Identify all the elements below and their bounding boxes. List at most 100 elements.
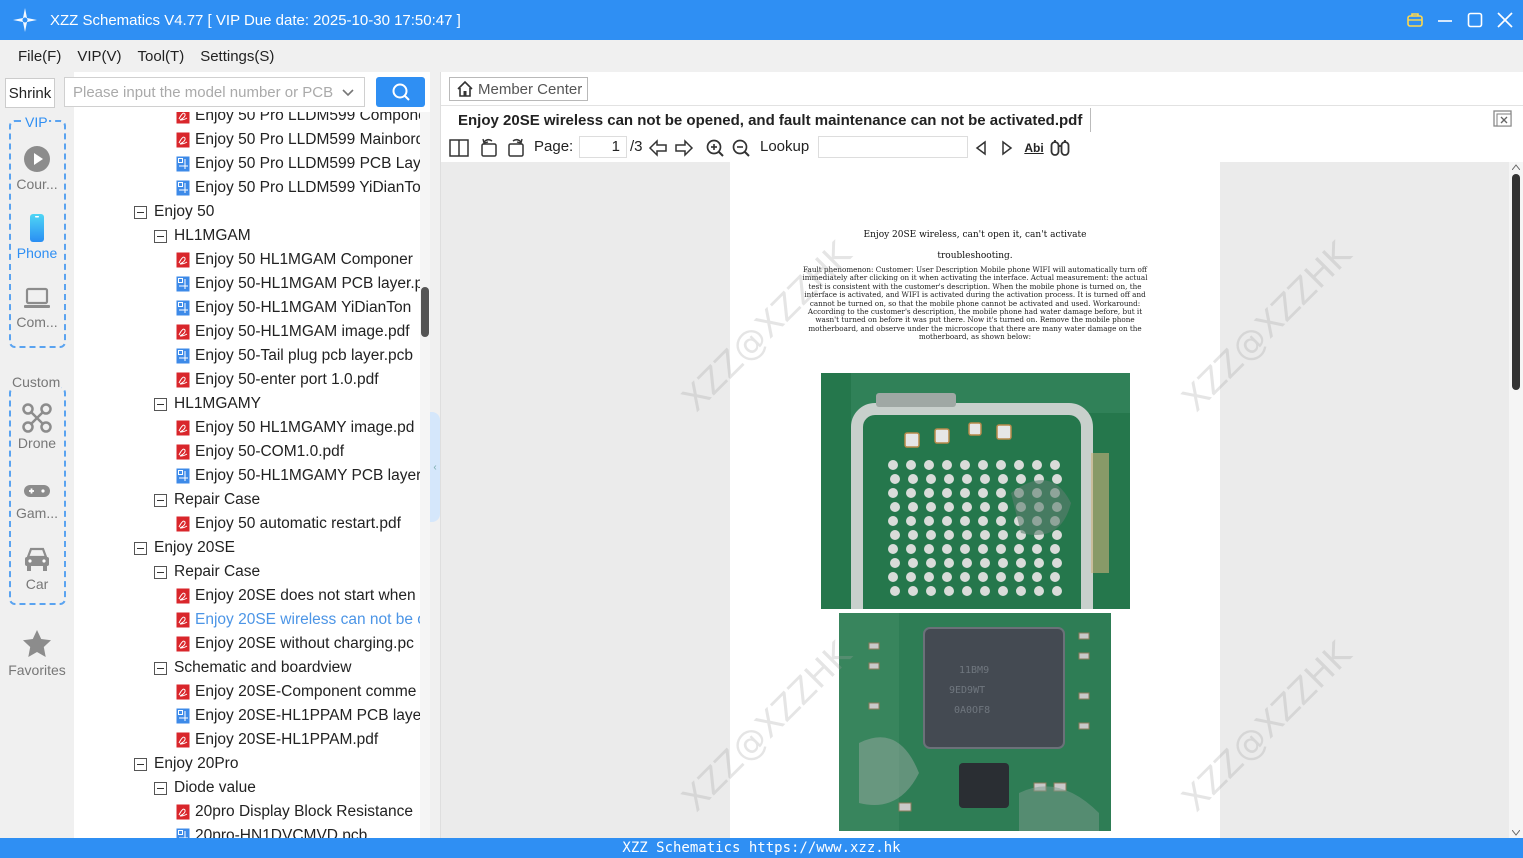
pdf-viewer[interactable]: Enjoy 20SE wireless, can't open it, can'…: [441, 162, 1509, 838]
search-button[interactable]: [376, 77, 425, 107]
viewer-scrollbar[interactable]: [1509, 162, 1523, 838]
match-case-toggle[interactable]: Abi: [1022, 137, 1046, 159]
tree-file[interactable]: Enjoy 20SE without charging.pc: [176, 632, 414, 656]
collapse-toggle-icon[interactable]: [154, 229, 167, 243]
solder-ball: [888, 544, 898, 554]
pane-splitter[interactable]: ‹: [430, 72, 441, 838]
close-button[interactable]: [1495, 10, 1515, 30]
tree-scrollbar-thumb[interactable]: [421, 287, 429, 337]
tree-file[interactable]: Enjoy 50 Pro LLDM599 PCB Layer.p: [176, 152, 420, 176]
tree-item-label: Enjoy 50 Pro LLDM599 Componen: [195, 112, 420, 124]
tree-scrollbar[interactable]: [420, 112, 430, 838]
lookup-label: Lookup: [760, 138, 810, 155]
tree-file[interactable]: Enjoy 50-HL1MGAM PCB layer.p: [176, 272, 420, 296]
pcb-file-icon: [176, 708, 190, 724]
menu-settings[interactable]: Settings(S): [192, 48, 282, 65]
tree-file[interactable]: Enjoy 50-HL1MGAMY PCB layer: [176, 464, 420, 488]
solder-ball: [1032, 572, 1042, 582]
tree-item-label: Enjoy 50 Pro LLDM599 YiDianTong: [195, 179, 420, 196]
tree-file[interactable]: Enjoy 20SE does not start when: [176, 584, 416, 608]
tree-folder[interactable]: HL1MGAM: [154, 224, 251, 248]
collapse-toggle-icon[interactable]: [154, 565, 167, 579]
tree-folder[interactable]: Enjoy 20SE: [134, 536, 235, 560]
rail-item-courses[interactable]: Cour...: [0, 144, 74, 192]
find-all-icon[interactable]: [1049, 137, 1071, 159]
previous-page-icon[interactable]: [647, 137, 669, 159]
tree-folder[interactable]: Repair Case: [154, 560, 260, 584]
solder-ball: [890, 474, 900, 484]
viewer-scrollbar-thumb[interactable]: [1512, 174, 1520, 390]
page-number-input[interactable]: 1: [579, 136, 627, 158]
solder-ball: [978, 488, 988, 498]
next-page-icon[interactable]: [673, 137, 695, 159]
tree-file[interactable]: Enjoy 50 Pro LLDM599 Mainbord i: [176, 128, 420, 152]
model-search-input[interactable]: Please input the model number or PCB: [64, 77, 365, 107]
chevron-down-icon[interactable]: [340, 84, 356, 100]
board-photo-2: 11BM9 9ED9WT 0A0OF8: [839, 613, 1111, 831]
menu-vip[interactable]: VIP(V): [69, 48, 129, 65]
solder-ball: [1050, 544, 1060, 554]
solder-ball: [962, 474, 972, 484]
rail-item-drone[interactable]: Drone: [0, 403, 74, 451]
collapse-toggle-icon[interactable]: [154, 781, 167, 795]
rail-item-favorites[interactable]: Favorites: [0, 628, 74, 678]
tree-file[interactable]: Enjoy 20SE-HL1PPAM.pdf: [176, 728, 378, 752]
solder-ball: [1052, 474, 1062, 484]
tree-folder[interactable]: HL1MGAMY: [154, 392, 261, 416]
solder-ball: [998, 502, 1008, 512]
minimize-button[interactable]: [1435, 10, 1455, 30]
tree-file[interactable]: Enjoy 50 automatic restart.pdf: [176, 512, 401, 536]
zoom-out-icon[interactable]: [730, 137, 752, 159]
document-tab[interactable]: Enjoy 20SE wireless can not be opened, a…: [450, 108, 1092, 132]
tree-folder[interactable]: Enjoy 50: [134, 200, 214, 224]
tree-file[interactable]: Enjoy 50-enter port 1.0.pdf: [176, 368, 379, 392]
tree-file[interactable]: Enjoy 20SE-HL1PPAM PCB layer: [176, 704, 420, 728]
menu-file[interactable]: File(F): [10, 48, 69, 65]
rail-item-car[interactable]: Car: [0, 544, 74, 592]
lookup-input[interactable]: [818, 136, 968, 158]
tree-file[interactable]: Enjoy 50 Pro LLDM599 Componen: [176, 112, 420, 128]
tree-file[interactable]: Enjoy 50 HL1MGAMY image.pd: [176, 416, 414, 440]
scroll-down-icon[interactable]: [1512, 830, 1520, 836]
tree-file[interactable]: Enjoy 20SE-Component comme: [176, 680, 416, 704]
tree-file[interactable]: Enjoy 50-HL1MGAM YiDianTon: [176, 296, 411, 320]
member-center-button[interactable]: Member Center: [449, 77, 588, 101]
rail-item-phone[interactable]: Phone: [0, 213, 74, 261]
tree-file[interactable]: Enjoy 20SE wireless can not be o: [176, 608, 420, 632]
tree-file[interactable]: 20pro Display Block Resistance: [176, 800, 413, 824]
shrink-button[interactable]: Shrink: [5, 78, 55, 108]
collapse-toggle-icon[interactable]: [134, 205, 147, 219]
tree-folder[interactable]: Repair Case: [154, 488, 260, 512]
vip-bag-icon[interactable]: [1405, 10, 1425, 30]
tree-file[interactable]: Enjoy 50 Pro LLDM599 YiDianTong: [176, 176, 420, 200]
collapse-toggle-icon[interactable]: [154, 493, 167, 507]
solder-ball: [906, 460, 916, 470]
rotate-right-icon[interactable]: [505, 137, 527, 159]
menu-tool[interactable]: Tool(T): [130, 48, 193, 65]
tree-folder[interactable]: Schematic and boardview: [154, 656, 352, 680]
tree-folder[interactable]: Diode value: [154, 776, 256, 800]
collapse-toggle-icon[interactable]: [154, 661, 167, 675]
scroll-up-icon[interactable]: [1512, 164, 1520, 170]
find-previous-icon[interactable]: [970, 137, 992, 159]
tree-file[interactable]: 20pro-HN1DVCMVD.pcb: [176, 824, 367, 838]
tree-item-label: Enjoy 20SE without charging.pc: [195, 635, 414, 652]
tree-file[interactable]: Enjoy 50-COM1.0.pdf: [176, 440, 344, 464]
maximize-button[interactable]: [1465, 10, 1485, 30]
collapse-toggle-icon[interactable]: [154, 397, 167, 411]
close-tab-icon[interactable]: [1493, 110, 1513, 128]
rail-item-computer[interactable]: Com...: [0, 284, 74, 330]
toggle-sidebar-icon[interactable]: [448, 137, 470, 159]
collapse-toggle-icon[interactable]: [134, 757, 147, 771]
pdf-file-icon: [176, 612, 190, 628]
collapse-pane-handle[interactable]: ‹: [430, 412, 440, 522]
tree-folder[interactable]: Enjoy 20Pro: [134, 752, 238, 776]
rotate-left-icon[interactable]: [478, 137, 500, 159]
tree-file[interactable]: Enjoy 50-HL1MGAM image.pdf: [176, 320, 410, 344]
collapse-toggle-icon[interactable]: [134, 541, 147, 555]
rail-item-game[interactable]: Gam...: [0, 479, 74, 521]
tree-file[interactable]: Enjoy 50 HL1MGAM Componer: [176, 248, 413, 272]
tree-file[interactable]: Enjoy 50-Tail plug pcb layer.pcb: [176, 344, 413, 368]
find-next-icon[interactable]: [996, 137, 1018, 159]
zoom-in-icon[interactable]: [704, 137, 726, 159]
